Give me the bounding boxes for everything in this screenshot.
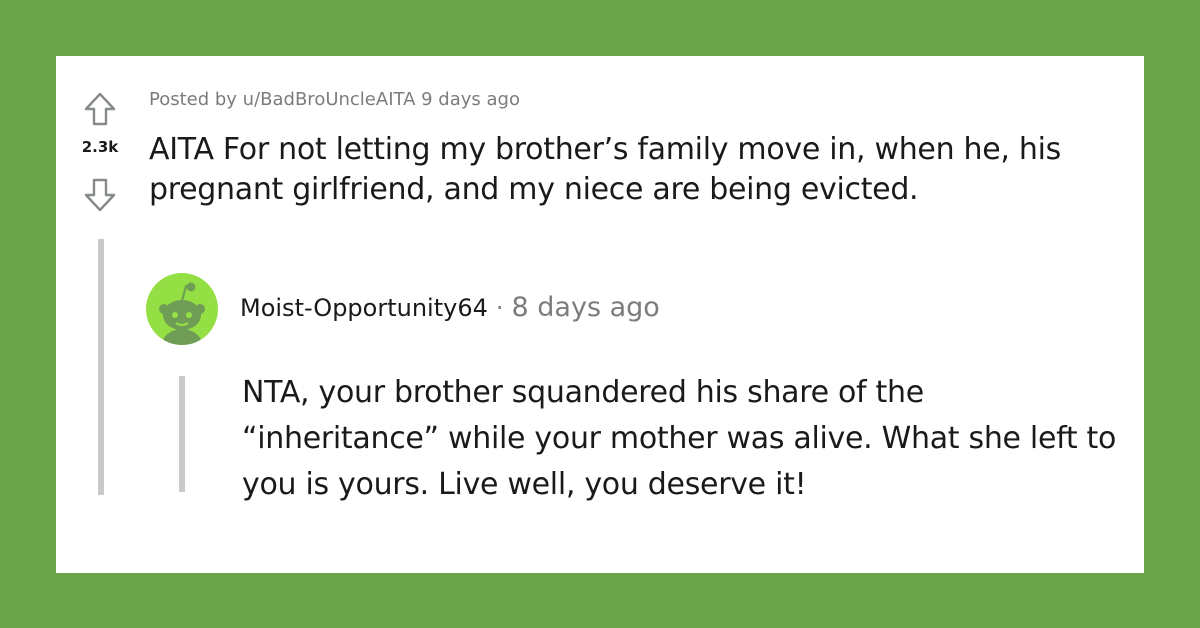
vote-column: 2.3k xyxy=(70,90,130,214)
snoo-avatar-icon[interactable] xyxy=(146,273,218,345)
post-title[interactable]: AITA For not letting my brother’s family… xyxy=(149,130,1134,210)
comment-author[interactable]: Moist-Opportunity64 xyxy=(240,294,488,322)
comment-thread-line[interactable] xyxy=(179,376,185,492)
comment-header: Moist-Opportunity64 · 8 days ago xyxy=(240,292,660,323)
meta-separator: · xyxy=(495,294,504,322)
vote-score: 2.3k xyxy=(81,138,119,156)
comment-body: NTA, your brother squandered his share o… xyxy=(242,375,1117,502)
post-meta[interactable]: Posted by u/BadBroUncleAITA 9 days ago xyxy=(149,89,520,110)
thread-line[interactable] xyxy=(98,239,104,495)
comment-timestamp[interactable]: 8 days ago xyxy=(512,292,660,323)
post-card: 2.3k Posted by u/BadBroUncleAITA 9 days … xyxy=(56,56,1144,573)
upvote-arrow-icon[interactable] xyxy=(81,90,119,128)
downvote-arrow-icon[interactable] xyxy=(81,176,119,214)
